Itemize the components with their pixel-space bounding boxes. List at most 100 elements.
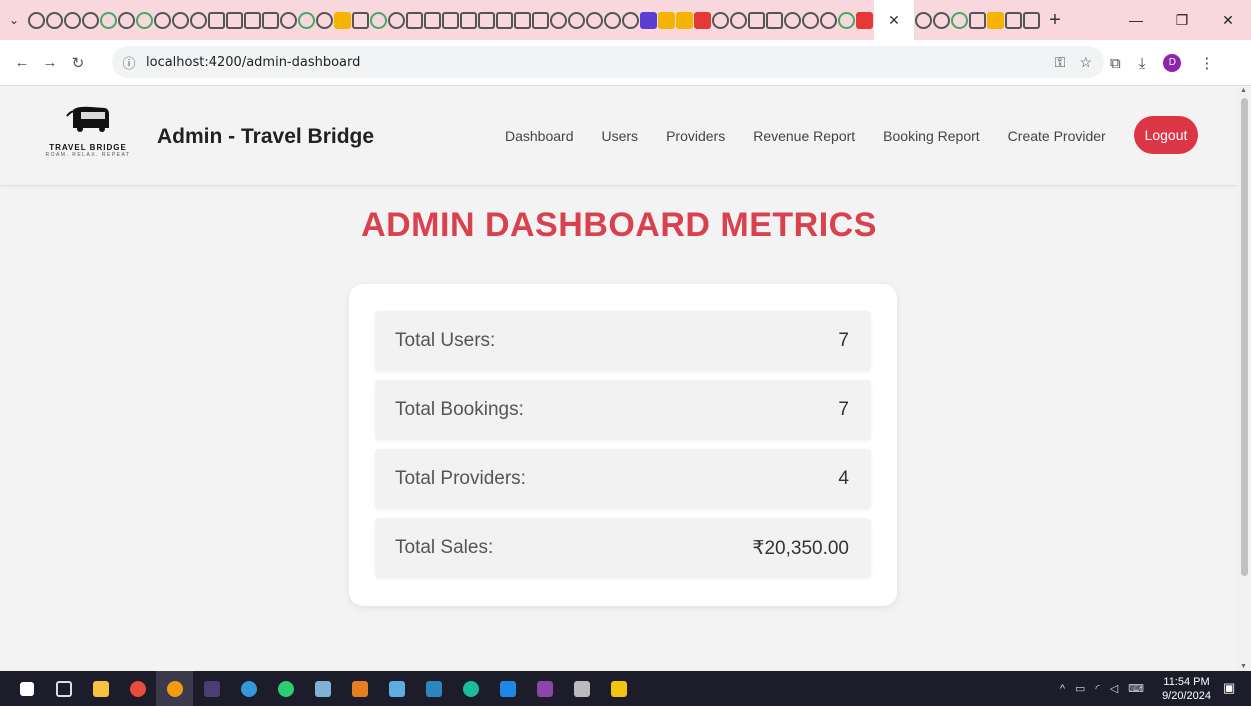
tab-favicon-icon[interactable] [172, 11, 189, 29]
tab-favicon-icon[interactable] [136, 11, 153, 29]
nav-providers[interactable]: Providers [666, 122, 725, 150]
close-window-icon[interactable]: ✕ [1205, 12, 1251, 29]
tab-favicon-icon[interactable] [676, 11, 693, 29]
paint-app-icon[interactable] [341, 671, 378, 706]
tab-favicon-icon[interactable] [352, 11, 369, 29]
address-bar[interactable]: ⓘ localhost:4200/admin-dashboard ⚿ ☆ [112, 46, 1104, 78]
tab-favicon-icon[interactable] [280, 11, 297, 29]
tab-favicon-icon[interactable] [951, 11, 968, 29]
url-text[interactable]: localhost:4200/admin-dashboard [146, 55, 360, 70]
tab-favicon-icon[interactable] [1005, 11, 1022, 29]
scroll-down-arrow-icon[interactable]: ▼ [1240, 663, 1247, 670]
tab-favicon-icon[interactable] [118, 11, 135, 29]
tab-favicon-icon[interactable] [784, 11, 801, 29]
tab-search-chevron-icon[interactable]: ⌄ [0, 0, 28, 40]
store-icon[interactable] [600, 671, 637, 706]
tab-favicon-icon[interactable] [388, 11, 405, 29]
bookmark-star-icon[interactable]: ☆ [1079, 54, 1092, 71]
tab-favicon-icon[interactable] [802, 11, 819, 29]
tab-favicon-icon[interactable] [604, 11, 621, 29]
task-view-icon[interactable] [45, 671, 82, 706]
tab-favicon-icon[interactable] [496, 11, 513, 29]
password-key-icon[interactable]: ⚿ [1055, 54, 1066, 71]
tab-favicon-icon[interactable] [208, 11, 225, 29]
tab-favicon-icon[interactable] [748, 11, 765, 29]
tab-favicon-icon[interactable] [658, 11, 675, 29]
chrome-icon[interactable] [119, 671, 156, 706]
page-scrollbar[interactable]: ▲ ▼ [1238, 86, 1251, 671]
chrome-profile-icon[interactable] [156, 671, 193, 706]
tab-favicon-icon[interactable] [154, 11, 171, 29]
tab-favicon-icon[interactable] [190, 11, 207, 29]
tab-favicon-icon[interactable] [226, 11, 243, 29]
profile-avatar[interactable]: D [1163, 54, 1182, 72]
app-window-icon[interactable] [563, 671, 600, 706]
tab-favicon-icon[interactable] [1023, 11, 1040, 29]
tab-favicon-icon[interactable] [568, 11, 585, 29]
logout-button[interactable]: Logout [1134, 116, 1198, 154]
tab-favicon-icon[interactable] [712, 11, 729, 29]
tab-favicon-icon[interactable] [460, 11, 477, 29]
windows-start-icon[interactable] [8, 671, 45, 706]
terminal-icon[interactable] [193, 671, 230, 706]
tab-favicon-icon[interactable] [46, 11, 63, 29]
tab-favicon-icon[interactable] [424, 11, 441, 29]
visual-studio-icon[interactable] [526, 671, 563, 706]
tab-favicon-icon[interactable] [730, 11, 747, 29]
new-tab-plus-icon[interactable]: + [1041, 9, 1069, 32]
restore-icon[interactable]: ❐ [1159, 12, 1205, 29]
edge-icon[interactable] [452, 671, 489, 706]
active-tab-close-icon[interactable]: ✕ [874, 0, 914, 40]
tab-favicon-icon[interactable] [100, 11, 117, 29]
nav-booking-report[interactable]: Booking Report [883, 122, 980, 150]
taskbar-clock[interactable]: 11:54 PM 9/20/2024 [1162, 675, 1211, 703]
tab-favicon-icon[interactable] [969, 11, 986, 29]
forward-arrow-icon[interactable]: → [36, 54, 64, 71]
file-explorer-icon[interactable] [82, 671, 119, 706]
minimize-icon[interactable]: — [1113, 12, 1159, 28]
extensions-puzzle-icon[interactable]: ⧉ [1110, 55, 1121, 72]
tab-favicon-icon[interactable] [640, 11, 657, 29]
tab-favicon-icon[interactable] [406, 11, 423, 29]
chrome-alt2-icon[interactable] [267, 671, 304, 706]
tab-favicon-icon[interactable] [586, 11, 603, 29]
tab-favicon-icon[interactable] [838, 11, 855, 29]
tab-favicon-icon[interactable] [532, 11, 549, 29]
tab-favicon-icon[interactable] [298, 11, 315, 29]
volume-icon[interactable]: ◁ [1110, 682, 1118, 695]
tab-favicon-icon[interactable] [262, 11, 279, 29]
tab-favicon-icon[interactable] [856, 11, 873, 29]
photos-icon[interactable] [415, 671, 452, 706]
notification-icon[interactable]: ▣ [1223, 680, 1241, 698]
tab-favicon-icon[interactable] [694, 11, 711, 29]
vscode-icon[interactable] [489, 671, 526, 706]
tab-favicon-icon[interactable] [766, 11, 783, 29]
tab-favicon-icon[interactable] [334, 11, 351, 29]
keyboard-icon[interactable]: ⌨ [1128, 682, 1144, 695]
scroll-up-arrow-icon[interactable]: ▲ [1240, 87, 1247, 94]
nav-create-provider[interactable]: Create Provider [1008, 122, 1106, 150]
tab-favicon-icon[interactable] [478, 11, 495, 29]
tab-favicon-icon[interactable] [550, 11, 567, 29]
tab-favicon-icon[interactable] [820, 11, 837, 29]
nav-users[interactable]: Users [602, 122, 639, 150]
download-icon[interactable]: ⤓ [1139, 55, 1146, 72]
nav-dashboard[interactable]: Dashboard [505, 122, 574, 150]
tab-favicon-icon[interactable] [514, 11, 531, 29]
menu-kebab-icon[interactable]: ⋮ [1199, 54, 1214, 72]
tray-chevron-icon[interactable]: ^ [1060, 683, 1065, 695]
battery-icon[interactable]: ▭ [1075, 682, 1085, 695]
tab-favicon-icon[interactable] [370, 11, 387, 29]
pen-app-icon[interactable] [304, 671, 341, 706]
wifi-icon[interactable]: ◜ [1095, 682, 1099, 695]
tab-favicon-icon[interactable] [987, 11, 1004, 29]
chrome-alt-icon[interactable] [230, 671, 267, 706]
tab-favicon-icon[interactable] [28, 11, 45, 29]
tab-favicon-icon[interactable] [64, 11, 81, 29]
travel-bridge-logo[interactable]: TRAVEL BRIDGE ROAM. RELAX. REPEAT [38, 106, 138, 168]
scroll-thumb[interactable] [1241, 98, 1248, 576]
tab-favicon-icon[interactable] [915, 11, 932, 29]
tab-favicon-icon[interactable] [316, 11, 333, 29]
tab-favicon-icon[interactable] [82, 11, 99, 29]
notepad-icon[interactable] [378, 671, 415, 706]
